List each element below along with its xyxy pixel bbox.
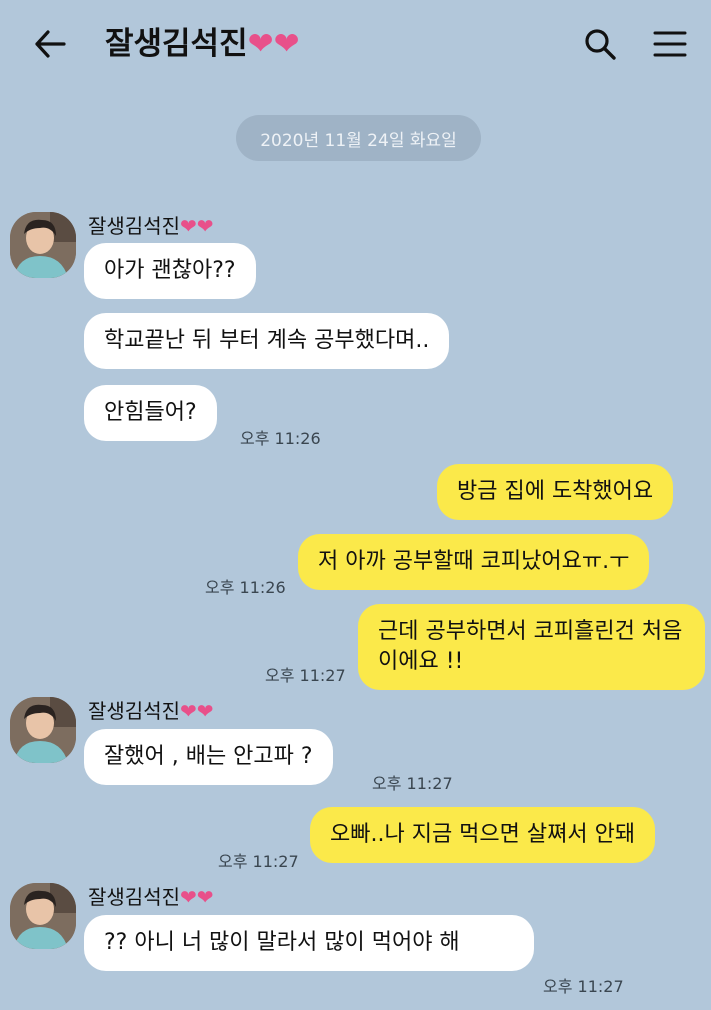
heart-icon: ❤❤ [247,26,300,62]
sender-name: 잘생김석진❤❤ [88,213,214,239]
sender-name: 잘생김석진❤❤ [88,698,214,724]
heart-icon: ❤❤ [180,214,214,238]
message-time: 오후 11:27 [218,852,299,871]
message-time: 오후 11:27 [372,774,453,793]
date-divider: 2020년 11월 24일 화요일 [236,115,481,161]
message-time: 오후 11:27 [265,666,346,685]
message-time: 오후 11:26 [240,429,321,448]
chat-title: 잘생김석진❤❤ [105,24,300,64]
outgoing-message[interactable]: 저 아까 공부할때 코피났어요ㅠ.ㅜ [298,534,650,590]
sender-name: 잘생김석진❤❤ [88,884,214,910]
outgoing-message[interactable]: 방금 집에 도착했어요 [437,464,674,520]
sender-name-text: 잘생김석진 [88,699,180,723]
incoming-message[interactable]: ?? 아니 너 많이 말라서 많이 먹어야 해 [84,915,534,971]
incoming-message[interactable]: 잘했어 , 배는 안고파 ? [84,729,333,785]
sender-name-text: 잘생김석진 [88,885,180,909]
sender-name-text: 잘생김석진 [88,214,180,238]
search-icon[interactable] [580,24,620,64]
incoming-message[interactable]: 아가 괜찮아?? [84,243,256,299]
avatar[interactable] [10,883,76,949]
heart-icon: ❤❤ [180,885,214,909]
menu-icon[interactable] [650,24,690,64]
message-time: 오후 11:26 [205,578,286,597]
incoming-message[interactable]: 학교끝난 뒤 부터 계속 공부했다며.. [84,313,450,369]
incoming-message[interactable]: 안힘들어? [84,385,217,441]
avatar[interactable] [10,212,76,278]
heart-icon: ❤❤ [180,699,214,723]
avatar[interactable] [10,697,76,763]
chat-header: 잘생김석진❤❤ [0,0,711,90]
chat-title-text: 잘생김석진 [105,26,248,62]
outgoing-message[interactable]: 오빠..나 지금 먹으면 살쪄서 안돼 [310,807,656,863]
message-time: 오후 11:27 [543,977,624,996]
back-arrow-icon[interactable] [30,24,70,64]
outgoing-message[interactable]: 근데 공부하면서 코피흘린건 처음이에요 !! [358,604,705,690]
